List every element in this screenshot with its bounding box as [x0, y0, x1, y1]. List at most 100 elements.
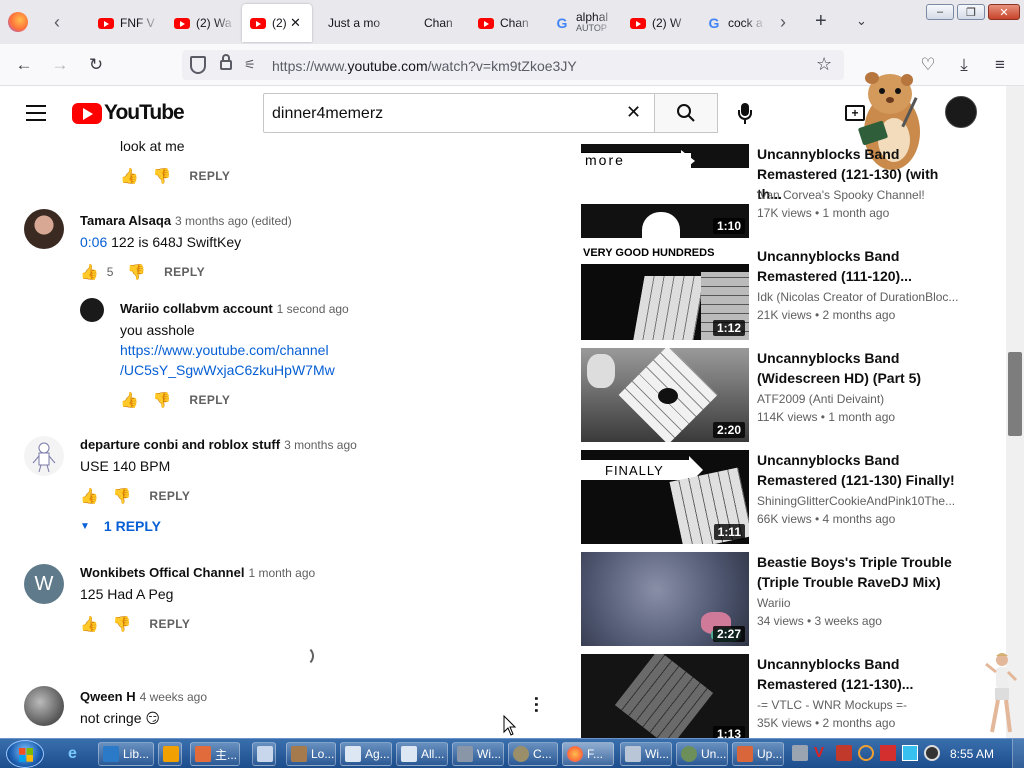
tab-4[interactable]: Just a mo: [318, 4, 394, 42]
taskbar-item[interactable]: C...: [508, 742, 558, 766]
list-all-tabs-icon[interactable]: ⌄: [856, 13, 867, 29]
tray-flag-icon[interactable]: [880, 745, 896, 761]
bookmark-star-icon[interactable]: ☆: [816, 54, 832, 75]
channel-name[interactable]: -= VTLC - WNR Mockups =-: [757, 698, 967, 712]
taskbar-item[interactable]: Wi...: [452, 742, 504, 766]
start-button[interactable]: [6, 740, 44, 768]
comment-time[interactable]: 1 second ago: [277, 302, 349, 316]
youtube-logo[interactable]: YouTube: [72, 101, 185, 125]
app-menu-icon[interactable]: ≡: [990, 55, 1010, 75]
recommended-video[interactable]: FINALLY 1:11 Uncannyblocks Band Remaster…: [581, 450, 971, 544]
avatar[interactable]: W: [24, 564, 64, 604]
url-text[interactable]: https://www.youtube.com/watch?v=km9tZkoe…: [272, 58, 577, 74]
close-window-button[interactable]: ✕: [988, 4, 1020, 20]
video-thumbnail[interactable]: more 1:10: [581, 144, 749, 238]
video-thumbnail[interactable]: 2:20: [581, 348, 749, 442]
tray-monitor-icon[interactable]: [902, 745, 918, 761]
taskbar-item[interactable]: [252, 742, 276, 766]
recommended-video[interactable]: more 1:10 Uncannyblocks Band Remastered …: [581, 144, 971, 238]
tab-1[interactable]: FNF V: [90, 4, 160, 42]
channel-name[interactable]: Ivan Corvea's Spooky Channel!: [757, 188, 967, 202]
video-title[interactable]: Beastie Boys's Triple Trouble (Triple Tr…: [757, 552, 967, 592]
firefox-logo-icon[interactable]: [8, 12, 28, 32]
search-input[interactable]: dinner4memerz ✕: [263, 93, 655, 133]
taskbar-item[interactable]: Lo...: [286, 742, 336, 766]
channel-name[interactable]: Wariio: [757, 596, 967, 610]
video-title[interactable]: Uncannyblocks Band Remastered (121-130).…: [757, 654, 967, 694]
comment-time[interactable]: 4 weeks ago: [140, 690, 207, 704]
new-tab-icon[interactable]: +: [815, 10, 827, 33]
tray-shield-icon[interactable]: [836, 745, 852, 761]
tab-8[interactable]: (2) W: [624, 4, 694, 42]
channel-name[interactable]: ATF2009 (Anti Deivaint): [757, 392, 967, 406]
recommended-video[interactable]: 2:20 Uncannyblocks Band (Widescreen HD) …: [581, 348, 971, 442]
ie-icon[interactable]: e: [68, 745, 77, 763]
like-icon[interactable]: 👍: [80, 615, 99, 633]
reply-button[interactable]: REPLY: [164, 265, 205, 279]
channel-link[interactable]: /UC5sY_SgwWxjaC6zkuHpW7Mw: [120, 360, 335, 380]
taskbar-item[interactable]: Ag...: [340, 742, 392, 766]
avatar[interactable]: [24, 209, 64, 249]
video-title[interactable]: Uncannyblocks Band (Widescreen HD) (Part…: [757, 348, 967, 388]
avatar[interactable]: [24, 436, 64, 476]
taskbar-item[interactable]: [158, 742, 182, 766]
address-bar[interactable]: ⚟ https://www.youtube.com/watch?v=km9tZk…: [182, 50, 844, 80]
dislike-icon[interactable]: 👎: [113, 615, 132, 633]
view-replies-button[interactable]: ▼ 1 REPLY: [80, 518, 161, 534]
video-title[interactable]: Uncannyblocks Band Remastered (121-130) …: [757, 450, 967, 490]
taskbar-item[interactable]: Un...: [676, 742, 728, 766]
channel-name[interactable]: Idk (Nicolas Creator of DurationBloc...: [757, 290, 967, 304]
tab-6[interactable]: Chan: [472, 4, 538, 42]
maximize-window-button[interactable]: ❐: [957, 4, 985, 20]
clear-search-icon[interactable]: ✕: [626, 102, 641, 123]
tab-7[interactable]: G alphal AUTOP: [548, 4, 618, 42]
reply-button[interactable]: REPLY: [149, 489, 190, 503]
video-thumbnail[interactable]: FINALLY 1:11: [581, 450, 749, 544]
comment-author[interactable]: Tamara Alsaqa: [80, 213, 171, 228]
video-thumbnail[interactable]: 1:13: [581, 654, 749, 738]
channel-name[interactable]: ShiningGlitterCookieAndPink10The...: [757, 494, 967, 508]
tracking-shield-icon[interactable]: [190, 56, 206, 74]
tab-active[interactable]: (2) ✕: [242, 4, 312, 42]
tray-search-icon[interactable]: [858, 745, 874, 761]
dislike-icon[interactable]: 👎: [113, 487, 132, 505]
downloads-icon[interactable]: ⤓: [954, 55, 974, 75]
avatar[interactable]: [24, 686, 64, 726]
show-desktop-button[interactable]: [1012, 739, 1024, 768]
reply-button[interactable]: REPLY: [189, 169, 230, 183]
tab-scroll-right-icon[interactable]: ›: [780, 12, 786, 33]
tab-9[interactable]: G cock a: [700, 4, 766, 42]
avatar[interactable]: [80, 298, 104, 322]
taskbar-item-active[interactable]: F...: [562, 742, 614, 766]
tray-volume-icon[interactable]: [924, 745, 940, 761]
dislike-icon[interactable]: 👎: [153, 391, 172, 409]
recommended-video[interactable]: VERY GOOD HUNDREDS 1:12 Uncannyblocks Ba…: [581, 246, 971, 340]
tab-2[interactable]: (2) Wa: [166, 4, 236, 42]
page-scrollbar[interactable]: [1006, 86, 1024, 738]
dislike-icon[interactable]: 👎: [127, 263, 146, 281]
comment-author[interactable]: Qween H: [80, 689, 136, 704]
like-icon[interactable]: 👍: [120, 391, 139, 409]
comment-author[interactable]: departure conbi and roblox stuff: [80, 437, 280, 452]
taskbar-item[interactable]: All...: [396, 742, 448, 766]
reload-icon[interactable]: ↻: [86, 55, 106, 75]
scrollbar-thumb[interactable]: [1008, 352, 1022, 436]
like-icon[interactable]: 👍: [80, 263, 99, 281]
search-button[interactable]: [654, 93, 718, 133]
comment-time[interactable]: 3 months ago: [284, 438, 357, 452]
comment-time[interactable]: 3 months ago (edited): [175, 214, 292, 228]
tray-v-icon[interactable]: V: [814, 745, 830, 761]
tab-scroll-left-icon[interactable]: ‹: [54, 12, 70, 32]
tray-app-icon[interactable]: [792, 745, 808, 761]
recommended-video[interactable]: 1:13 Uncannyblocks Band Remastered (121-…: [581, 654, 971, 738]
comment-author[interactable]: Wariio collabvm account: [120, 301, 273, 316]
taskbar-item[interactable]: Wi...: [620, 742, 672, 766]
tab-5[interactable]: Chan: [400, 4, 466, 42]
dislike-icon[interactable]: 👎: [153, 167, 172, 185]
hamburger-menu-icon[interactable]: [26, 105, 46, 121]
close-tab-icon[interactable]: ✕: [290, 15, 301, 31]
comment-more-options-icon[interactable]: ···: [526, 696, 546, 714]
taskbar-item[interactable]: Lib...: [98, 742, 154, 766]
like-icon[interactable]: 👍: [120, 167, 139, 185]
minimize-window-button[interactable]: ‒: [926, 4, 954, 20]
